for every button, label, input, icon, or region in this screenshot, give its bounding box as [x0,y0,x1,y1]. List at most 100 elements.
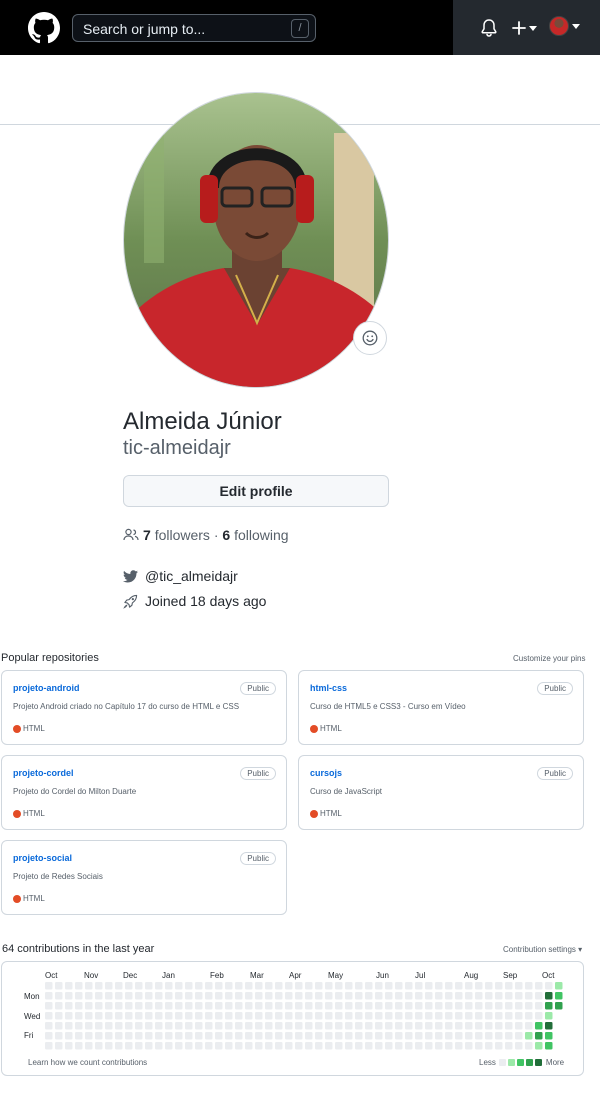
contribution-day-cell[interactable] [105,1042,113,1050]
contribution-day-cell[interactable] [205,1032,213,1040]
contribution-day-cell[interactable] [175,1022,183,1030]
contribution-day-cell[interactable] [195,1022,203,1030]
contribution-day-cell[interactable] [445,1012,453,1020]
contribution-day-cell[interactable] [55,1002,63,1010]
contribution-day-cell[interactable] [445,992,453,1000]
contribution-day-cell[interactable] [265,982,273,990]
contribution-day-cell[interactable] [55,982,63,990]
contribution-day-cell[interactable] [545,992,553,1000]
contribution-day-cell[interactable] [455,1032,463,1040]
contribution-day-cell[interactable] [95,1032,103,1040]
contribution-day-cell[interactable] [45,1032,53,1040]
contribution-day-cell[interactable] [285,1022,293,1030]
contribution-day-cell[interactable] [45,1012,53,1020]
contribution-day-cell[interactable] [165,1032,173,1040]
contribution-day-cell[interactable] [135,1042,143,1050]
contribution-day-cell[interactable] [375,1022,383,1030]
contribution-day-cell[interactable] [395,1032,403,1040]
contribution-day-cell[interactable] [495,1032,503,1040]
contribution-day-cell[interactable] [365,1032,373,1040]
contribution-day-cell[interactable] [205,1022,213,1030]
contribution-day-cell[interactable] [415,1042,423,1050]
contribution-day-cell[interactable] [145,1032,153,1040]
contribution-day-cell[interactable] [265,992,273,1000]
contribution-day-cell[interactable] [435,1032,443,1040]
contribution-day-cell[interactable] [515,1022,523,1030]
contribution-day-cell[interactable] [485,1002,493,1010]
repo-link[interactable]: projeto-social [13,853,72,863]
github-logo-icon[interactable] [28,12,60,44]
contribution-day-cell[interactable] [295,1042,303,1050]
contribution-day-cell[interactable] [335,1022,343,1030]
contribution-day-cell[interactable] [345,1022,353,1030]
contribution-day-cell[interactable] [525,1042,533,1050]
contribution-day-cell[interactable] [155,1032,163,1040]
contribution-day-cell[interactable] [265,1002,273,1010]
twitter-link[interactable]: @tic_almeidajr [145,568,238,584]
contribution-day-cell[interactable] [75,1032,83,1040]
contribution-day-cell[interactable] [105,1022,113,1030]
contribution-day-cell[interactable] [465,1002,473,1010]
contribution-day-cell[interactable] [215,1012,223,1020]
contribution-day-cell[interactable] [415,992,423,1000]
contribution-day-cell[interactable] [315,982,323,990]
repo-link[interactable]: projeto-cordel [13,768,74,778]
contribution-day-cell[interactable] [185,992,193,1000]
repo-link[interactable]: projeto-android [13,683,80,693]
contribution-day-cell[interactable] [455,1042,463,1050]
contribution-day-cell[interactable] [525,1002,533,1010]
contribution-day-cell[interactable] [475,982,483,990]
contribution-day-cell[interactable] [365,1002,373,1010]
contribution-day-cell[interactable] [85,1012,93,1020]
contribution-day-cell[interactable] [465,992,473,1000]
contribution-day-cell[interactable] [175,982,183,990]
contribution-day-cell[interactable] [375,992,383,1000]
contribution-day-cell[interactable] [355,1022,363,1030]
contribution-day-cell[interactable] [405,992,413,1000]
contribution-day-cell[interactable] [285,982,293,990]
contribution-day-cell[interactable] [235,1002,243,1010]
contribution-day-cell[interactable] [75,1012,83,1020]
contribution-day-cell[interactable] [155,1042,163,1050]
contribution-day-cell[interactable] [175,1032,183,1040]
contribution-day-cell[interactable] [265,1032,273,1040]
contribution-day-cell[interactable] [335,1042,343,1050]
contribution-day-cell[interactable] [475,1032,483,1040]
contribution-day-cell[interactable] [175,1002,183,1010]
contribution-day-cell[interactable] [345,982,353,990]
contribution-day-cell[interactable] [385,1022,393,1030]
contribution-day-cell[interactable] [445,1032,453,1040]
contribution-day-cell[interactable] [125,1022,133,1030]
set-status-button[interactable] [353,321,387,355]
contribution-day-cell[interactable] [245,982,253,990]
contribution-day-cell[interactable] [265,1022,273,1030]
contribution-day-cell[interactable] [185,1002,193,1010]
contribution-day-cell[interactable] [145,1042,153,1050]
contribution-day-cell[interactable] [495,1002,503,1010]
contribution-day-cell[interactable] [435,1002,443,1010]
contribution-day-cell[interactable] [55,992,63,1000]
contribution-day-cell[interactable] [295,1012,303,1020]
contribution-day-cell[interactable] [205,982,213,990]
contribution-day-cell[interactable] [365,1012,373,1020]
user-menu[interactable] [549,16,581,40]
contribution-day-cell[interactable] [245,1012,253,1020]
contribution-day-cell[interactable] [85,1022,93,1030]
contribution-day-cell[interactable] [465,1022,473,1030]
contribution-day-cell[interactable] [225,1032,233,1040]
contribution-day-cell[interactable] [315,1012,323,1020]
contribution-day-cell[interactable] [365,1022,373,1030]
followers-link[interactable]: 7 followers [123,527,210,543]
contribution-day-cell[interactable] [65,1042,73,1050]
contribution-day-cell[interactable] [65,1002,73,1010]
contribution-day-cell[interactable] [485,992,493,1000]
contribution-day-cell[interactable] [305,1002,313,1010]
contribution-day-cell[interactable] [235,1012,243,1020]
contribution-day-cell[interactable] [115,1032,123,1040]
bell-icon[interactable] [480,18,498,38]
contribution-day-cell[interactable] [475,1022,483,1030]
contribution-day-cell[interactable] [145,1012,153,1020]
contribution-day-cell[interactable] [175,1012,183,1020]
profile-avatar[interactable] [123,92,389,388]
contribution-day-cell[interactable] [85,992,93,1000]
